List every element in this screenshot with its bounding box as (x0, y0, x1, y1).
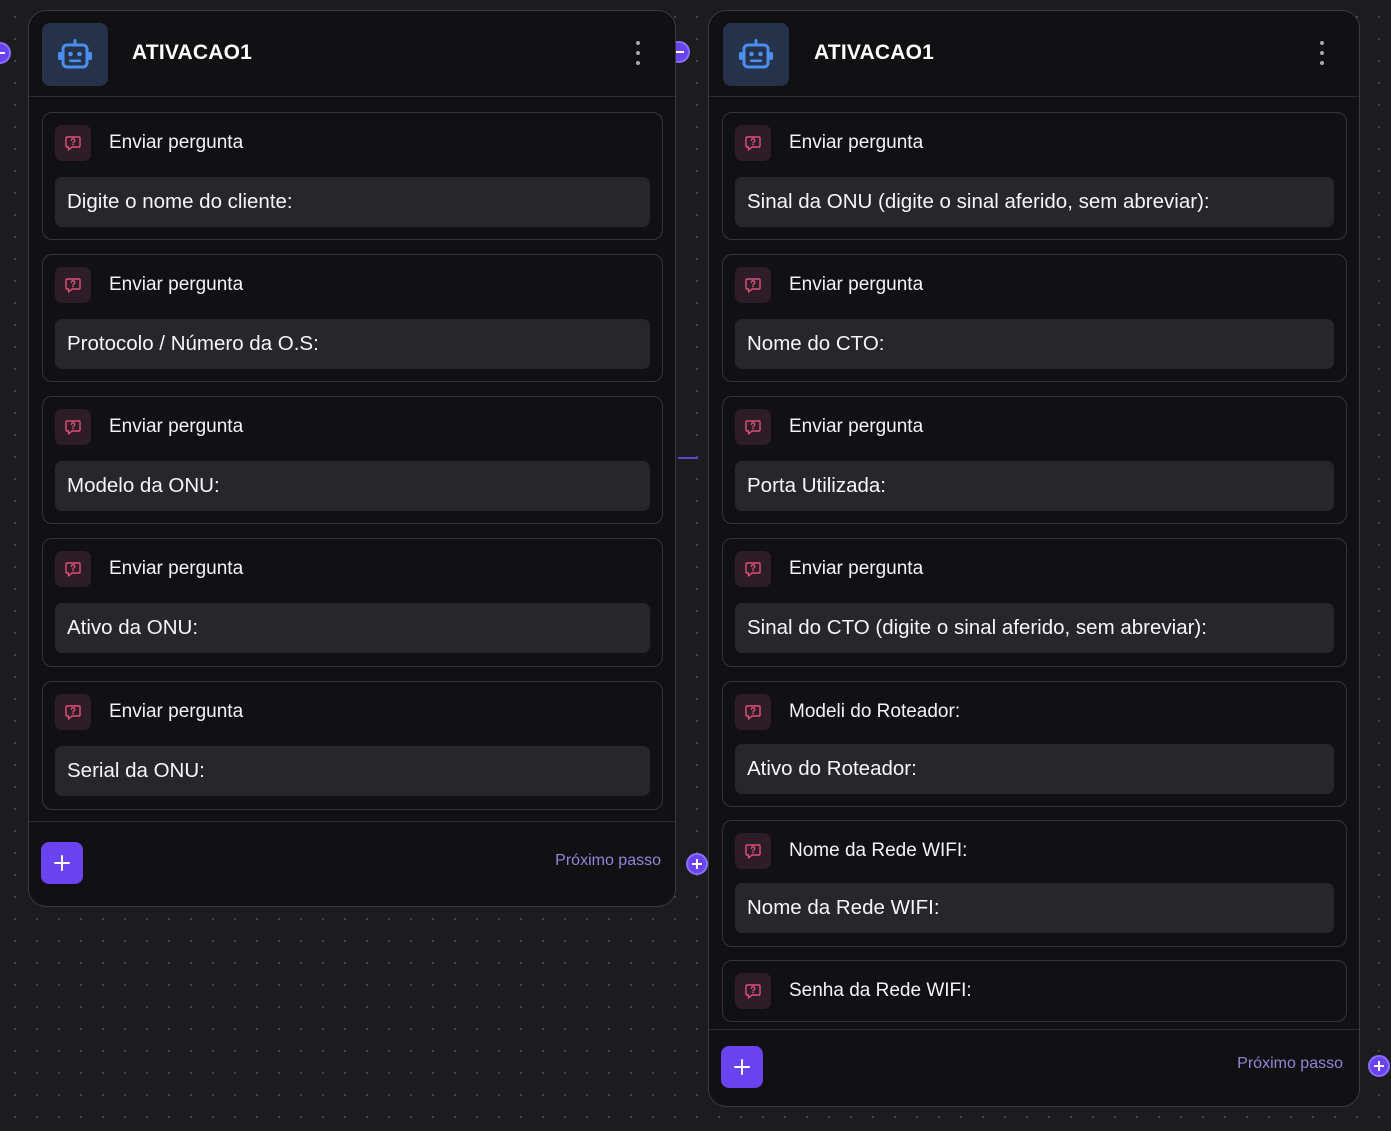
card-type-label: Enviar pergunta (789, 416, 924, 437)
card-type-label: Enviar pergunta (109, 701, 244, 722)
question-text[interactable]: Digite o nome do cliente: (55, 177, 650, 227)
node-header: ATIVACAO1 (29, 11, 675, 97)
robot-icon (58, 38, 92, 68)
question-text[interactable]: Sinal da ONU (digite o sinal aferido, se… (735, 177, 1334, 227)
more-options-icon[interactable] (1317, 41, 1327, 65)
node1-next-step-handle[interactable] (686, 853, 708, 875)
question-text[interactable]: Ativo da ONU: (55, 603, 650, 653)
next-step-label[interactable]: Próximo passo (1237, 1055, 1343, 1073)
question-chat-icon (55, 694, 91, 730)
node-footer: Próximo passo (709, 1029, 1359, 1106)
node-title: ATIVACAO1 (814, 41, 935, 64)
question-chat-icon (55, 409, 91, 445)
card-type-label: Modeli do Roteador: (789, 701, 961, 722)
question-card[interactable]: Enviar pergunta Sinal do CTO (digite o s… (722, 538, 1347, 667)
question-card[interactable]: Enviar pergunta Ativo da ONU: (42, 538, 663, 667)
next-step-label[interactable]: Próximo passo (555, 852, 661, 870)
card-type-label: Senha da Rede WIFI: (789, 980, 972, 1001)
question-text[interactable]: Serial da ONU: (55, 746, 650, 796)
question-card[interactable]: Enviar pergunta Porta Utilizada: (722, 396, 1347, 524)
plus-icon (54, 855, 70, 871)
question-text[interactable]: Modelo da ONU: (55, 461, 650, 511)
question-text[interactable]: Ativo do Roteador: (735, 744, 1334, 794)
node-header: ATIVACAO1 (709, 11, 1359, 97)
add-step-button[interactable] (41, 842, 83, 884)
more-options-icon[interactable] (633, 41, 643, 65)
question-card[interactable]: Nome da Rede WIFI: Nome da Rede WIFI: (722, 820, 1347, 947)
question-card[interactable]: Enviar pergunta Protocolo / Número da O.… (42, 254, 663, 382)
question-chat-icon (735, 973, 771, 1009)
plus-icon (734, 1059, 750, 1075)
flow-node-ativacao1-b[interactable]: ATIVACAO1 Enviar pergunta Sinal da ONU (… (708, 10, 1360, 1107)
question-chat-icon (735, 125, 771, 161)
card-type-label: Enviar pergunta (109, 416, 244, 437)
question-text[interactable]: Nome da Rede WIFI: (735, 883, 1334, 933)
plus-icon (1374, 1061, 1384, 1071)
minus-icon (0, 52, 5, 54)
question-chat-icon (735, 409, 771, 445)
question-chat-icon (55, 125, 91, 161)
question-card[interactable]: Senha da Rede WIFI: (722, 960, 1347, 1022)
question-chat-icon (55, 551, 91, 587)
card-type-label: Enviar pergunta (789, 558, 924, 579)
question-card[interactable]: Enviar pergunta Serial da ONU: (42, 681, 663, 810)
edge-connector (678, 457, 698, 459)
question-chat-icon (55, 267, 91, 303)
question-text[interactable]: Sinal do CTO (digite o sinal aferido, se… (735, 603, 1334, 653)
question-text[interactable]: Nome do CTO: (735, 319, 1334, 369)
robot-icon (739, 38, 773, 68)
node-footer: Próximo passo (29, 821, 675, 906)
card-type-label: Enviar pergunta (109, 558, 244, 579)
question-chat-icon (735, 694, 771, 730)
card-type-label: Nome da Rede WIFI: (789, 840, 968, 861)
bot-avatar (42, 23, 108, 86)
card-type-label: Enviar pergunta (789, 274, 924, 295)
add-step-button[interactable] (721, 1046, 763, 1088)
question-text[interactable]: Porta Utilizada: (735, 461, 1334, 511)
node2-next-step-handle[interactable] (1368, 1055, 1390, 1077)
question-chat-icon (735, 833, 771, 869)
question-card[interactable]: Enviar pergunta Digite o nome do cliente… (42, 112, 663, 240)
card-type-label: Enviar pergunta (789, 132, 924, 153)
plus-icon (692, 859, 702, 869)
question-card[interactable]: Enviar pergunta Modelo da ONU: (42, 396, 663, 524)
card-type-label: Enviar pergunta (109, 274, 244, 295)
node-title: ATIVACAO1 (132, 41, 253, 64)
question-text[interactable]: Protocolo / Número da O.S: (55, 319, 650, 369)
question-card[interactable]: Enviar pergunta Nome do CTO: (722, 254, 1347, 382)
flow-node-ativacao1-a[interactable]: ATIVACAO1 Enviar pergunta Digite o nome … (28, 10, 676, 907)
card-type-label: Enviar pergunta (109, 132, 244, 153)
bot-avatar (723, 23, 789, 86)
question-chat-icon (735, 551, 771, 587)
question-card[interactable]: Enviar pergunta Sinal da ONU (digite o s… (722, 112, 1347, 240)
question-chat-icon (735, 267, 771, 303)
question-card[interactable]: Modeli do Roteador: Ativo do Roteador: (722, 681, 1347, 807)
input-handle-left-edge[interactable] (0, 42, 11, 64)
